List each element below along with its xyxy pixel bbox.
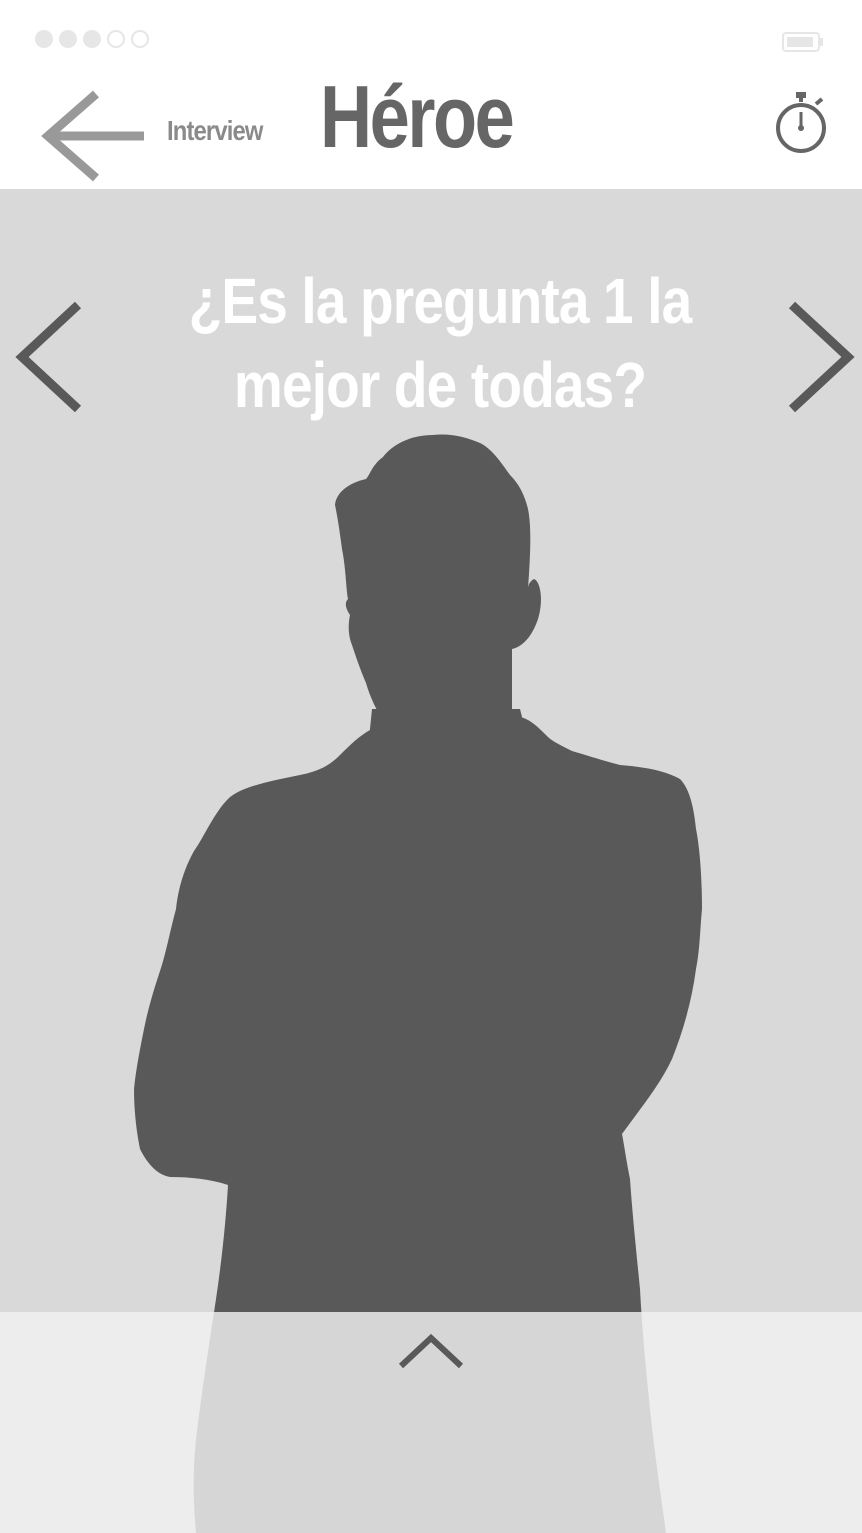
bottom-drawer[interactable] bbox=[0, 1312, 862, 1533]
signal-dot-filled bbox=[83, 30, 101, 48]
signal-dot-filled bbox=[59, 30, 77, 48]
signal-dot-empty bbox=[131, 30, 149, 48]
stopwatch-icon[interactable] bbox=[772, 90, 830, 156]
header-bar: Interview Héroe bbox=[0, 60, 862, 190]
chevron-right-icon[interactable] bbox=[780, 299, 860, 415]
arrow-left-icon[interactable] bbox=[40, 90, 150, 182]
battery-icon bbox=[782, 32, 823, 52]
back-link-label[interactable]: Interview bbox=[167, 115, 263, 147]
question-text: ¿Es la pregunta 1 la mejor de todas? bbox=[188, 265, 693, 421]
app-screen: Interview Héroe ¿Es la pregunta 1 la mej… bbox=[0, 0, 862, 1533]
chevron-left-icon[interactable] bbox=[10, 299, 90, 415]
chevron-up-icon[interactable] bbox=[395, 1324, 467, 1372]
question-card: ¿Es la pregunta 1 la mejor de todas? bbox=[0, 189, 862, 1533]
signal-strength-indicator bbox=[35, 30, 149, 50]
page-title: Héroe bbox=[320, 67, 515, 166]
signal-dot-filled bbox=[35, 30, 53, 48]
signal-dot-empty bbox=[107, 30, 125, 48]
